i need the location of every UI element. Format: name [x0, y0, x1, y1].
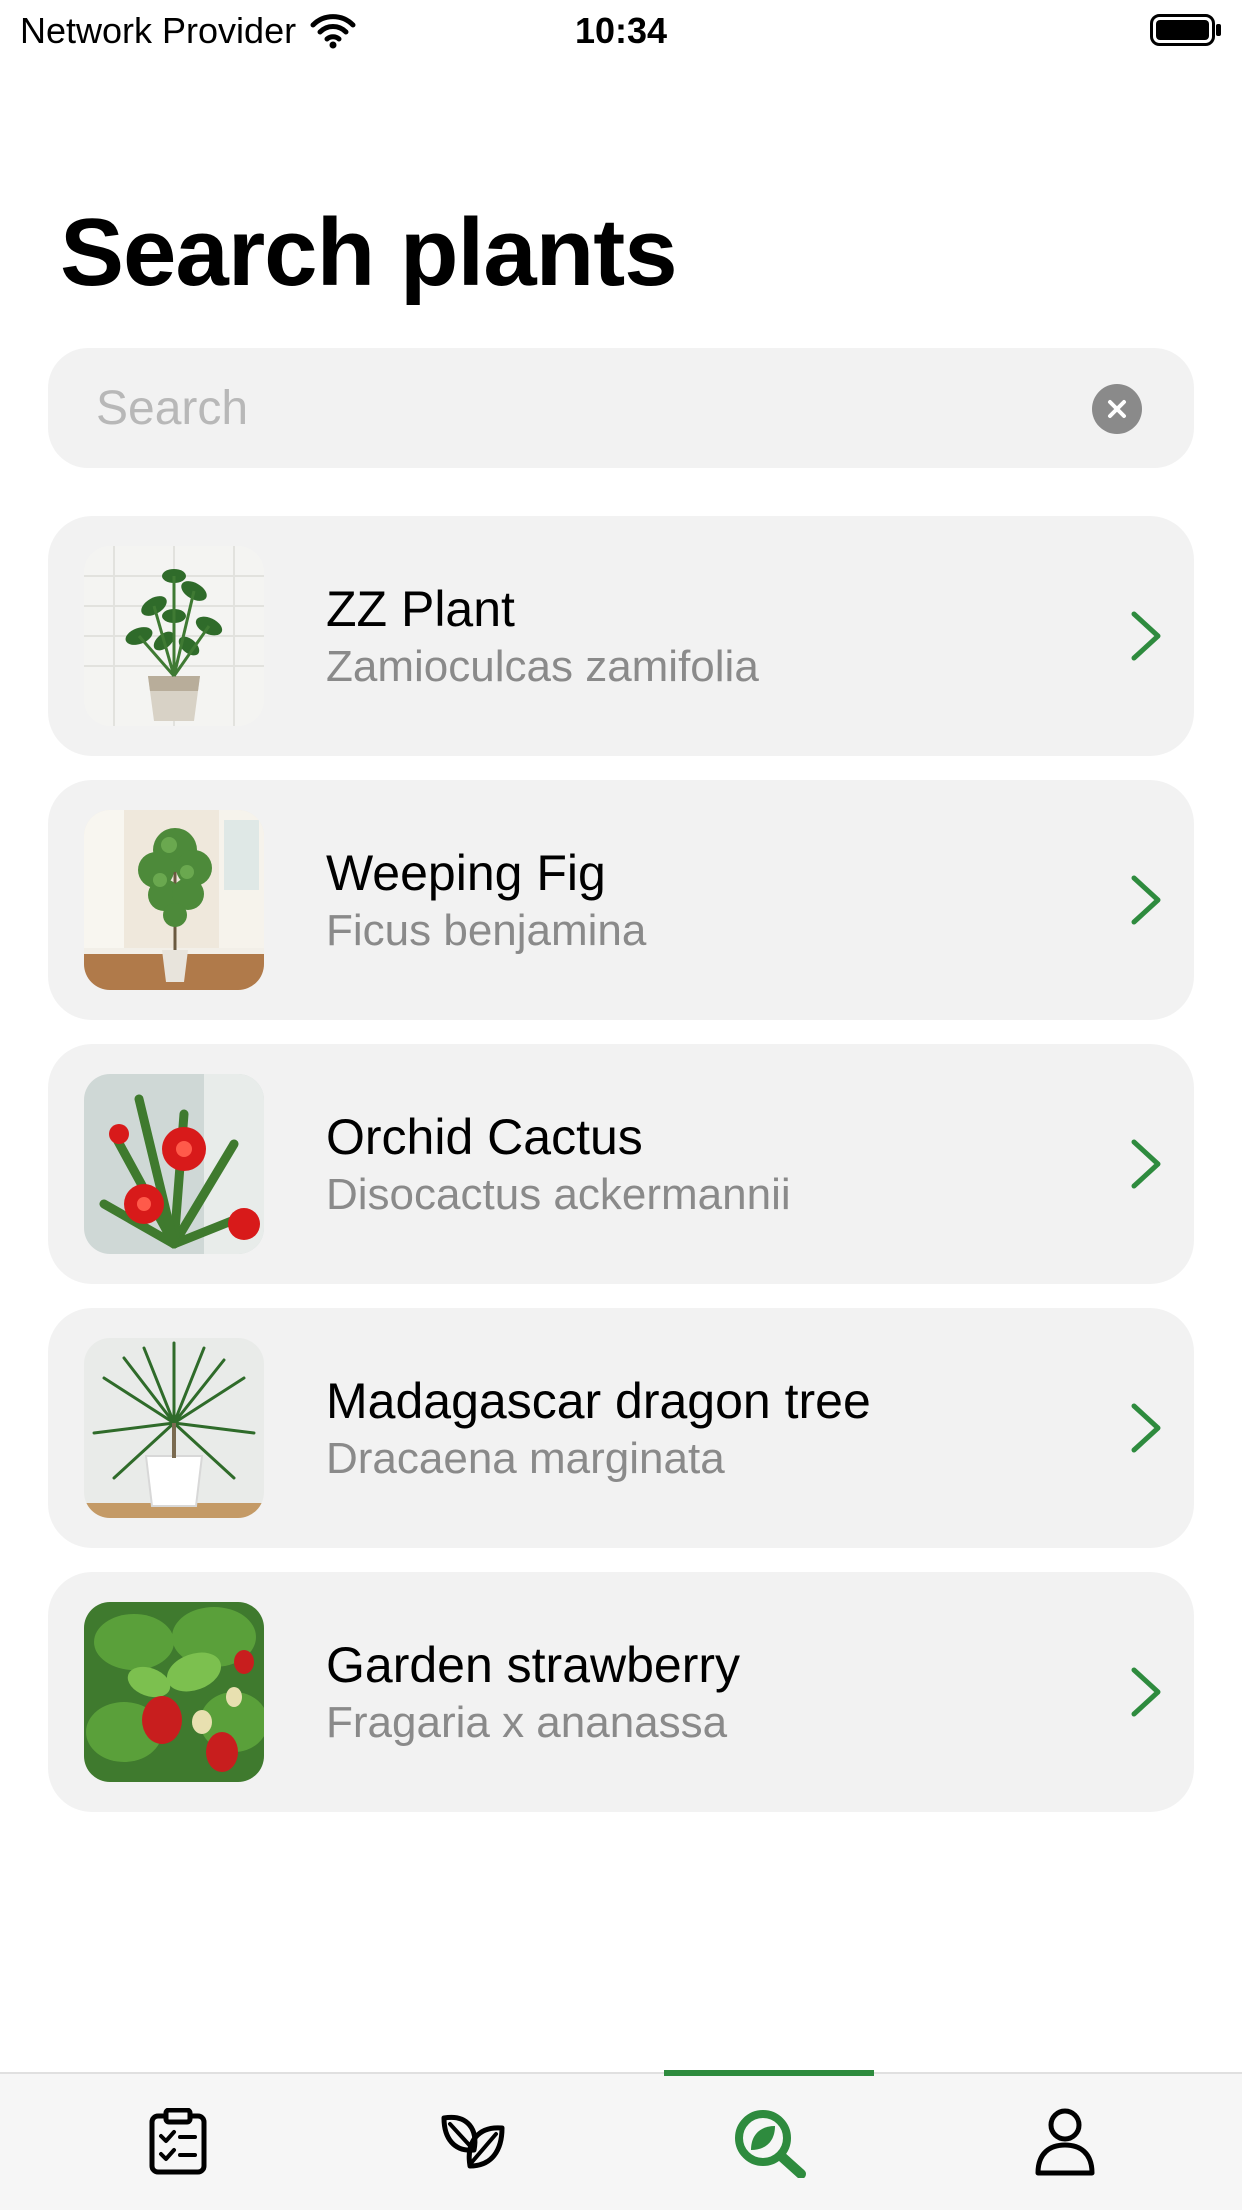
checklist-icon	[149, 2108, 207, 2175]
chevron-right-icon	[1131, 875, 1161, 925]
plant-common-name: Weeping Fig	[326, 845, 606, 901]
plant-list: ZZ Plant Zamioculcas zamifolia Weeping F…	[48, 516, 1194, 1836]
plant-thumbnail	[84, 1602, 264, 1782]
plant-common-name: Garden strawberry	[326, 1637, 741, 1693]
plant-thumbnail	[84, 810, 264, 990]
search-bar	[48, 348, 1194, 468]
plant-scientific-name: Zamioculcas zamifolia	[326, 642, 759, 691]
status-bar: Network Provider 10:34	[0, 0, 1242, 62]
page-title: Search plants	[60, 199, 678, 306]
plant-row-garden-strawberry[interactable]: Garden strawberry Fragaria x ananassa	[48, 1572, 1194, 1812]
tab-my-plants[interactable]	[368, 2074, 578, 2210]
chevron-right-icon	[1131, 1139, 1161, 1189]
status-time: 10:34	[574, 10, 668, 51]
plant-thumbnail	[84, 546, 264, 726]
chevron-right-icon	[1131, 611, 1161, 661]
plant-scientific-name: Ficus benjamina	[326, 906, 647, 955]
plant-scientific-name: Fragaria x ananassa	[326, 1698, 728, 1747]
search-input[interactable]	[96, 348, 1076, 468]
plant-scientific-name: Disocactus ackermannii	[326, 1170, 791, 1219]
plant-common-name: Orchid Cactus	[326, 1109, 643, 1165]
plant-search-icon	[735, 2110, 806, 2178]
chevron-right-icon	[1131, 1403, 1161, 1453]
chevron-right-icon	[1131, 1667, 1161, 1717]
plant-row-orchid-cactus[interactable]: Orchid Cactus Disocactus ackermannii	[48, 1044, 1194, 1284]
plant-scientific-name: Dracaena marginata	[326, 1434, 725, 1483]
clear-search-button[interactable]	[1092, 384, 1142, 434]
tab-bar	[0, 2070, 1242, 2210]
plant-thumbnail	[84, 1074, 264, 1254]
plant-thumbnail	[84, 1338, 264, 1518]
plant-common-name: Madagascar dragon tree	[326, 1373, 871, 1429]
plant-row-zz-plant[interactable]: ZZ Plant Zamioculcas zamifolia	[48, 516, 1194, 756]
leaves-icon	[441, 2114, 505, 2169]
battery-icon	[1150, 14, 1221, 46]
plant-common-name: ZZ Plant	[326, 581, 515, 637]
plant-row-weeping-fig[interactable]: Weeping Fig Ficus benjamina	[48, 780, 1194, 1020]
plant-row-madagascar-dragon-tree[interactable]: Madagascar dragon tree Dracaena marginat…	[48, 1308, 1194, 1548]
tab-search-plants[interactable]	[664, 2074, 874, 2210]
close-icon	[1108, 400, 1126, 418]
tab-profile[interactable]	[960, 2074, 1170, 2210]
tab-tasks[interactable]	[73, 2074, 283, 2210]
person-icon	[1035, 2108, 1095, 2176]
